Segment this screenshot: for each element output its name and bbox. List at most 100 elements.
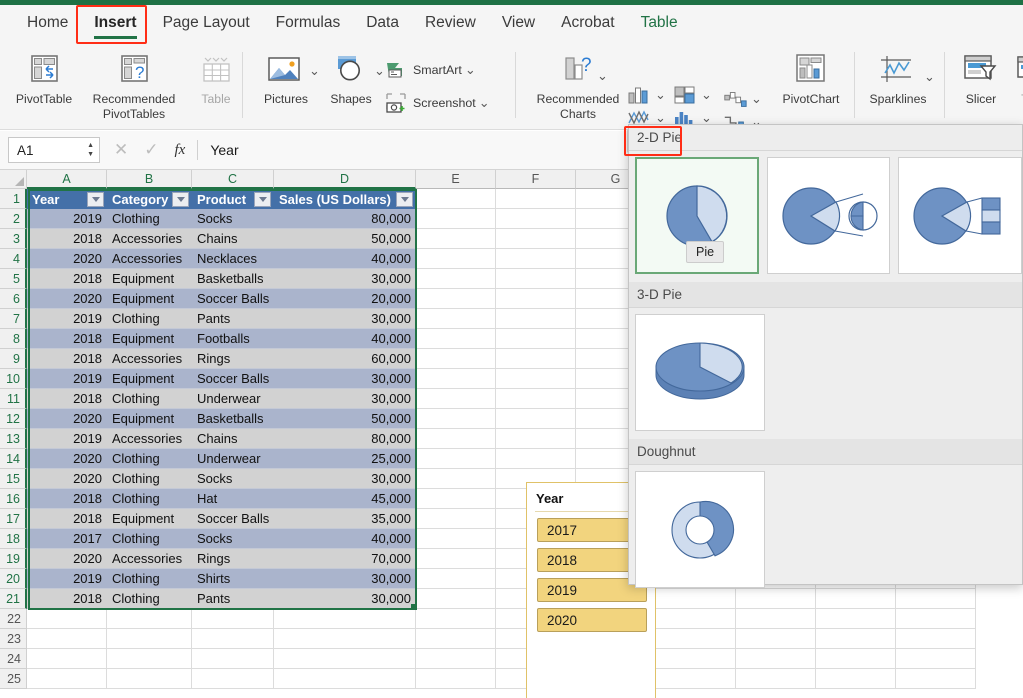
table-cell[interactable]: 30,000 [274,389,416,409]
table-cell[interactable]: 80,000 [274,429,416,449]
gallery-item-pie-of-pie[interactable] [767,157,891,274]
grid-cell[interactable] [816,609,896,629]
tab-page-layout[interactable]: Page Layout [150,10,263,36]
hierarchy-chart-button[interactable] [672,84,712,106]
tab-review[interactable]: Review [412,10,489,36]
grid-cell[interactable] [736,649,816,669]
grid-cell[interactable] [107,629,192,649]
row-header-21[interactable]: 21 [0,589,27,609]
column-header-F[interactable]: F [496,170,576,189]
table-resize-handle[interactable] [411,604,417,610]
table-cell[interactable]: Equipment [107,269,192,289]
column-header-A[interactable]: A [27,170,107,189]
table-cell[interactable]: Soccer Balls [192,369,274,389]
table-cell[interactable]: Clothing [107,209,192,229]
table-cell[interactable]: 2020 [27,549,107,569]
table-cell[interactable]: 2019 [27,429,107,449]
table-cell[interactable]: Clothing [107,389,192,409]
grid-cell[interactable] [496,289,576,309]
grid-cell[interactable] [496,369,576,389]
grid-cell[interactable] [656,649,736,669]
grid-cell[interactable] [816,629,896,649]
grid-cell[interactable] [496,229,576,249]
row-header-14[interactable]: 14 [0,449,27,469]
grid-cell[interactable] [416,369,496,389]
row-header-7[interactable]: 7 [0,309,27,329]
timeline-button[interactable]: Tim [1006,46,1023,107]
row-header-13[interactable]: 13 [0,429,27,449]
column-header-D[interactable]: D [274,170,416,189]
confirm-entry-icon[interactable]: ✓ [144,140,158,160]
row-header-20[interactable]: 20 [0,569,27,589]
grid-cell[interactable] [496,429,576,449]
table-cell[interactable]: 2018 [27,389,107,409]
tab-formulas[interactable]: Formulas [263,10,354,36]
grid-cell[interactable] [416,249,496,269]
table-cell[interactable]: 2018 [27,269,107,289]
table-cell[interactable]: 2018 [27,229,107,249]
table-cell[interactable]: Accessories [107,229,192,249]
table-cell[interactable]: 30,000 [274,369,416,389]
grid-cell[interactable] [496,309,576,329]
grid-cell[interactable] [496,409,576,429]
table-cell[interactable]: 2020 [27,449,107,469]
row-header-1[interactable]: 1 [0,189,27,209]
grid-cell[interactable] [416,569,496,589]
grid-cell[interactable] [416,449,496,469]
row-header-23[interactable]: 23 [0,629,27,649]
grid-cell[interactable] [736,629,816,649]
table-cell[interactable]: 25,000 [274,449,416,469]
filter-dropdown-icon[interactable] [396,192,413,207]
grid-cell[interactable] [416,549,496,569]
grid-cell[interactable] [736,609,816,629]
grid-cell[interactable] [27,649,107,669]
table-cell[interactable]: Underwear [192,389,274,409]
table-cell[interactable]: Accessories [107,429,192,449]
grid-cell[interactable] [896,609,976,629]
table-cell[interactable]: Equipment [107,289,192,309]
table-cell[interactable]: Soccer Balls [192,509,274,529]
table-cell[interactable]: 2020 [27,249,107,269]
table-cell[interactable]: 30,000 [274,309,416,329]
waterfall-chevron-down-icon[interactable] [751,96,762,102]
grid-cell[interactable] [816,649,896,669]
grid-cell[interactable] [416,329,496,349]
table-cell[interactable]: 35,000 [274,509,416,529]
name-box-spinner-icon[interactable]: ▲▼ [87,141,94,159]
table-cell[interactable]: 40,000 [274,329,416,349]
table-cell[interactable]: Socks [192,529,274,549]
row-header-11[interactable]: 11 [0,389,27,409]
table-cell[interactable]: Clothing [107,589,192,609]
table-cell[interactable]: 2019 [27,209,107,229]
grid-cell[interactable] [416,629,496,649]
table-cell[interactable]: Accessories [107,349,192,369]
tab-home[interactable]: Home [14,10,81,36]
waterfall-chart-button[interactable] [722,88,762,110]
grid-cell[interactable] [27,629,107,649]
table-cell[interactable]: Hat [192,489,274,509]
tab-insert[interactable]: Insert [81,10,149,36]
grid-cell[interactable] [416,289,496,309]
row-header-19[interactable]: 19 [0,549,27,569]
grid-cell[interactable] [27,609,107,629]
column-header-C[interactable]: C [192,170,274,189]
grid-cell[interactable] [496,209,576,229]
grid-cell[interactable] [274,669,416,689]
row-header-10[interactable]: 10 [0,369,27,389]
table-cell[interactable]: Clothing [107,469,192,489]
grid-cell[interactable] [416,669,496,689]
recommended-charts-chevron-down-icon[interactable] [597,73,608,79]
table-cell[interactable]: Rings [192,549,274,569]
grid-cell[interactable] [27,669,107,689]
grid-cell[interactable] [656,629,736,649]
grid-cell[interactable] [416,589,496,609]
table-cell[interactable]: 2020 [27,469,107,489]
grid-cell[interactable] [416,609,496,629]
table-cell[interactable]: Clothing [107,309,192,329]
row-header-3[interactable]: 3 [0,229,27,249]
table-cell[interactable]: 2018 [27,349,107,369]
grid-cell[interactable] [416,429,496,449]
row-header-9[interactable]: 9 [0,349,27,369]
row-header-17[interactable]: 17 [0,509,27,529]
grid-cell[interactable] [274,629,416,649]
